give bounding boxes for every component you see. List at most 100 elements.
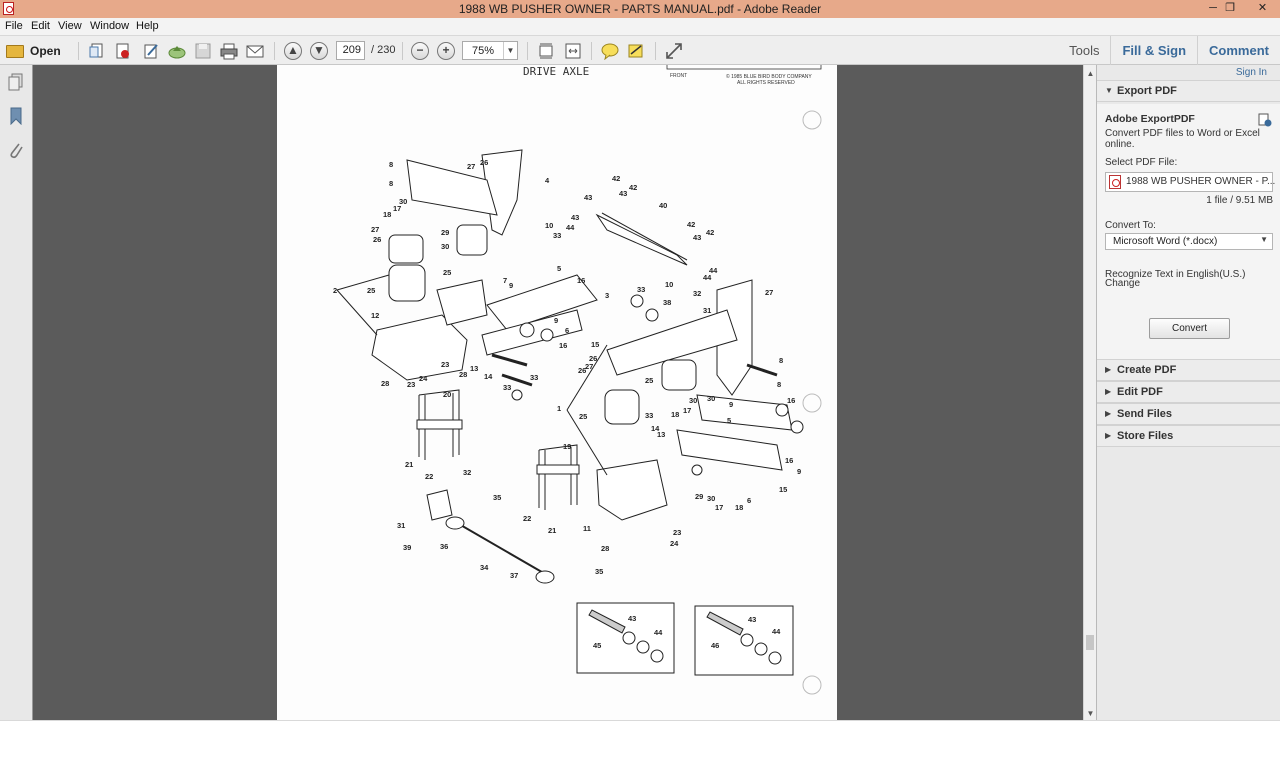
callout: 31 (703, 306, 711, 315)
callout: 26 (578, 366, 586, 375)
callout: 36 (440, 542, 448, 551)
window-title: 1988 WB PUSHER OWNER - PARTS MANUAL.pdf … (458, 2, 822, 16)
menu-help[interactable]: Help (136, 20, 159, 32)
sign-icon[interactable] (627, 42, 645, 60)
callout: 12 (371, 311, 379, 320)
maximize-button[interactable]: ❐ (1217, 0, 1243, 18)
zoom-select[interactable]: 75% ▼ (462, 41, 518, 60)
callout: 16 (785, 456, 793, 465)
callout: 15 (591, 340, 599, 349)
callout: 2 (333, 286, 337, 295)
create-pdf-header[interactable]: ▶ Create PDF (1097, 359, 1280, 381)
callout: 25 (443, 268, 451, 277)
selected-file-field[interactable]: 1988 WB PUSHER OWNER - P... (1105, 172, 1275, 192)
callout: 4 (545, 176, 550, 185)
change-link[interactable]: Change (1105, 278, 1140, 289)
taskbar-area (0, 720, 1280, 784)
scrollbar-thumb[interactable] (1086, 635, 1094, 650)
email-icon[interactable] (246, 42, 264, 60)
edit-pdf-header[interactable]: ▶ Edit PDF (1097, 381, 1280, 403)
callout: 33 (530, 373, 538, 382)
callout: 16 (559, 341, 567, 350)
menu-window[interactable]: Window (90, 20, 129, 32)
callout: 44 (654, 628, 663, 637)
menu-file[interactable]: File (5, 20, 23, 32)
send-files-header[interactable]: ▶ Send Files (1097, 403, 1280, 425)
open-button[interactable]: Open (6, 41, 61, 61)
store-files-label: Store Files (1117, 430, 1174, 442)
print-icon[interactable] (220, 42, 238, 60)
tab-fill-sign[interactable]: Fill & Sign (1110, 36, 1197, 66)
page-thumbnails-icon[interactable] (8, 73, 24, 91)
pdf-page: DRIVE AXLE FRONT © 1985 BLUE BIRD BODY C… (277, 65, 837, 720)
callout: 43 (693, 233, 701, 242)
callout: 25 (645, 376, 653, 385)
callout: 8 (777, 380, 781, 389)
fit-width-icon[interactable] (564, 42, 582, 60)
callout: 43 (584, 193, 592, 202)
convert-to-select[interactable]: Microsoft Word (*.docx) ▼ (1105, 233, 1273, 250)
callout: 42 (706, 228, 714, 237)
combine-pdf-icon[interactable] (114, 42, 132, 60)
cloud-upload-icon[interactable] (168, 42, 186, 60)
callout: 18 (735, 503, 743, 512)
open-label: Open (30, 44, 61, 58)
close-button[interactable]: ✕ (1245, 0, 1280, 18)
callout: 38 (663, 298, 671, 307)
store-files-header[interactable]: ▶ Store Files (1097, 425, 1280, 447)
callout: 31 (397, 521, 405, 530)
menu-edit[interactable]: Edit (31, 20, 50, 32)
callout: 22 (523, 514, 531, 523)
callout: 37 (510, 571, 518, 580)
page-heading: DRIVE AXLE (523, 65, 589, 78)
menu-view[interactable]: View (58, 20, 82, 32)
document-viewport[interactable]: DRIVE AXLE FRONT © 1985 BLUE BIRD BODY C… (33, 65, 1083, 720)
edit-icon[interactable] (142, 42, 160, 60)
callout: 13 (657, 430, 665, 439)
callout: 27 (467, 162, 475, 171)
callout: 24 (670, 539, 679, 548)
callout: 15 (779, 485, 787, 494)
toolbar-divider (78, 42, 79, 60)
create-pdf-label: Create PDF (1117, 364, 1177, 376)
callout: 26 (373, 235, 381, 244)
toolbar-divider (655, 42, 656, 60)
tab-comment[interactable]: Comment (1197, 36, 1280, 66)
triangle-right-icon: ▶ (1105, 387, 1112, 396)
save-icon[interactable] (194, 42, 212, 60)
bookmarks-icon[interactable] (8, 107, 24, 125)
callout: 9 (509, 281, 513, 290)
export-pdf-header[interactable]: ▼ Export PDF (1097, 80, 1280, 102)
callout: 9 (729, 400, 733, 409)
convert-button[interactable]: Convert (1149, 318, 1230, 339)
create-pdf-icon[interactable] (88, 42, 106, 60)
fit-page-icon[interactable] (537, 42, 555, 60)
callout: 23 (441, 360, 449, 369)
tools-panel: Sign In ▼ Export PDF Adobe ExportPDF Con… (1096, 65, 1280, 720)
tab-tools[interactable]: Tools (1058, 36, 1110, 66)
export-options-icon[interactable] (1258, 113, 1272, 127)
prev-page-button[interactable]: ▲ (284, 42, 302, 60)
zoom-in-button[interactable]: + (437, 42, 455, 60)
adobe-export-title: Adobe ExportPDF (1105, 113, 1195, 125)
comment-icon[interactable] (601, 42, 619, 60)
file-info: 1 file / 9.51 MB (1206, 195, 1273, 206)
export-pdf-body: Adobe ExportPDF Convert PDF files to Wor… (1097, 104, 1280, 359)
sign-in-link[interactable]: Sign In (1236, 67, 1267, 78)
callout: 7 (503, 276, 507, 285)
callout: 24 (419, 374, 428, 383)
pdf-file-icon (1109, 175, 1121, 189)
copyright-line-1: © 1985 BLUE BIRD BODY COMPANY (726, 73, 812, 80)
page-number-input[interactable]: 209 (336, 41, 365, 60)
export-pdf-label: Export PDF (1117, 85, 1177, 97)
attachments-icon[interactable] (8, 141, 24, 159)
callout: 14 (484, 372, 493, 381)
zoom-out-button[interactable]: − (411, 42, 429, 60)
callout: 32 (693, 289, 701, 298)
next-page-button[interactable]: ▼ (310, 42, 328, 60)
expand-icon[interactable] (665, 42, 683, 60)
callout: 16 (577, 276, 585, 285)
edit-pdf-label: Edit PDF (1117, 386, 1163, 398)
vertical-scrollbar[interactable]: ▲ ▼ (1083, 65, 1096, 720)
callout: 8 (389, 179, 393, 188)
